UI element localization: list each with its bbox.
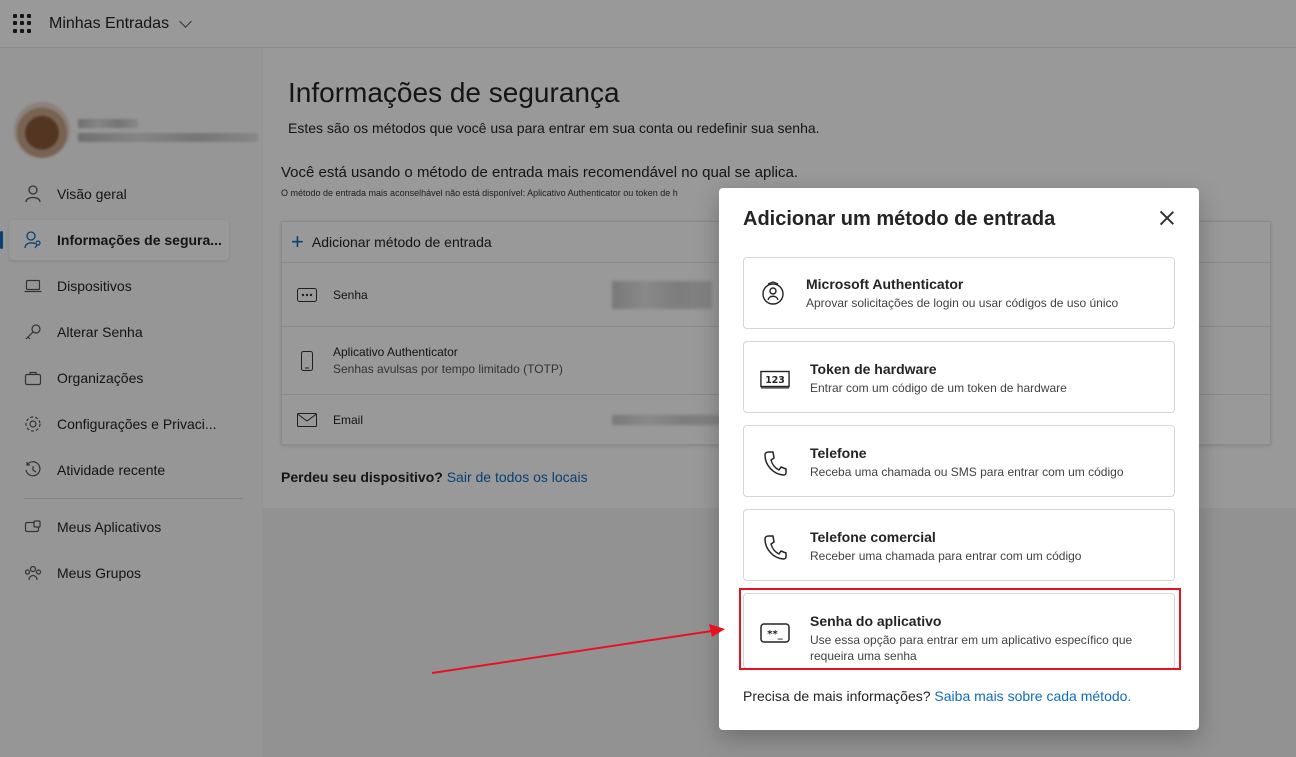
close-icon[interactable]	[1159, 210, 1175, 226]
option-name: Microsoft Authenticator	[806, 276, 964, 292]
option-name: Token de hardware	[810, 361, 937, 377]
option-hardware-token[interactable]: 123 Token de hardware Entrar com um códi…	[743, 341, 1175, 413]
svg-text:123: 123	[765, 375, 785, 386]
highlight-box	[739, 588, 1181, 670]
authenticator-icon	[758, 278, 788, 308]
option-phone[interactable]: Telefone Receba uma chamada ou SMS para …	[743, 425, 1175, 497]
option-desc: Entrar com um código de um token de hard…	[810, 381, 1067, 395]
option-office-phone[interactable]: Telefone comercial Receber uma chamada p…	[743, 509, 1175, 581]
hardware-token-icon: 123	[760, 364, 790, 394]
option-desc: Receba uma chamada ou SMS para entrar co…	[810, 465, 1124, 479]
option-microsoft-authenticator[interactable]: Microsoft Authenticator Aprovar solicita…	[743, 257, 1175, 329]
phone-call-icon	[760, 532, 790, 562]
option-name: Telefone	[810, 445, 867, 461]
dialog-title: Adicionar um método de entrada	[743, 208, 1056, 230]
phone-call-icon	[760, 448, 790, 478]
dialog-footer: Precisa de mais informações? Saiba mais …	[743, 688, 1132, 704]
option-desc: Receber uma chamada para entrar com um c…	[810, 549, 1082, 563]
option-desc: Aprovar solicitações de login ou usar có…	[806, 296, 1119, 310]
option-name: Telefone comercial	[810, 529, 936, 545]
learn-more-link[interactable]: Saiba mais sobre cada método.	[934, 688, 1131, 704]
